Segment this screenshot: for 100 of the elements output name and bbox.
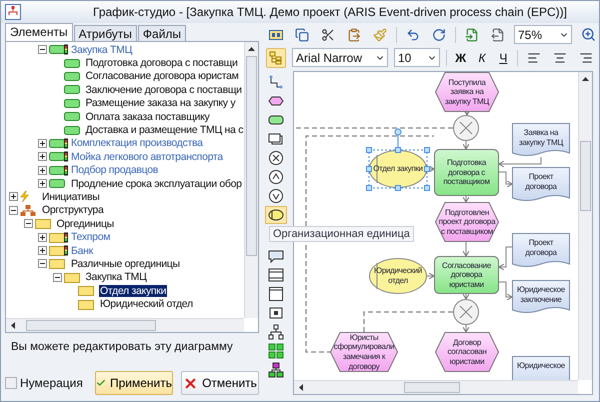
collapse-toggle[interactable] [38,45,47,54]
plus-icon [39,234,46,241]
tree-item[interactable]: Юридический отдел [99,298,194,310]
scrollbar-thumb[interactable] [246,56,257,256]
connector-line [462,242,470,256]
document-node: Проект договора [512,233,570,268]
collapse-toggle[interactable] [9,206,18,215]
tree-item[interactable]: Заключение договора с поставщи [84,84,243,96]
tab[interactable]: Атрибуты [74,25,137,41]
expand-toggle[interactable] [38,138,47,148]
window-title: График-студио - [Закупка ТМЦ. Демо проект (ARIS Event-driven process chain (EPC))] [93,5,567,19]
tree-item[interactable]: Закупка ТМЦ [84,271,148,284]
cancel-button[interactable]: Отменить [181,371,259,395]
comment-icon [268,248,284,264]
folder-icon [78,285,94,296]
plus-icon [39,247,46,254]
tree-item[interactable]: Отдел закупки [99,284,168,297]
connector-line [462,294,470,300]
plus-icon [39,166,46,174]
tree-item[interactable]: Мойка легкового автотранспорта [70,150,224,163]
tree-item[interactable]: Доставка и размещение ТМЦ на с [84,124,244,136]
vertical-scrollbar[interactable] [244,42,258,318]
and-gate-icon [268,169,284,185]
plus-icon [39,180,46,188]
hierarchy-icon [268,362,284,378]
xor-gate-icon [268,150,284,166]
checkbox-label: Нумерация [20,376,83,390]
event-node: Поступила заявка на закупку ТМЦ [435,72,499,112]
process-icon [49,138,69,149]
status-text: Вы можете редактировать эту диаграмму [10,340,234,355]
tree-item[interactable]: Согласование договора юристам [84,70,240,82]
scrollbar-thumb[interactable] [26,320,156,331]
document-icon [268,131,284,147]
connector-line [462,140,470,150]
font-size-dropdown[interactable]: 10 [394,48,440,67]
tree-item[interactable]: Различные оргединицы [70,258,181,270]
connector-line [462,196,470,202]
document-node: Юридическое [512,356,570,380]
expand-toggle[interactable] [38,246,47,256]
document-node: Заявка на закупку ТМЦ [512,123,570,157]
function-icon [64,84,80,96]
horizontal-scrollbar[interactable] [294,380,578,394]
expand-toggle[interactable] [38,152,47,162]
tree-item[interactable]: Оплата заказа поставщику [84,110,210,123]
tree-item[interactable]: Закупка ТМЦ [70,44,134,56]
folder-icon [49,232,69,243]
tree-item[interactable]: Подготовка договора с поставщи [84,57,239,70]
tab[interactable]: Элементы [5,23,73,41]
scrollbar-thumb[interactable] [404,382,460,393]
apply-button[interactable]: Применить [95,371,173,395]
font-dropdown[interactable]: Arial Narrow [292,48,388,67]
tree-item[interactable]: Инициативы [41,190,100,203]
vertical-scrollbar[interactable] [578,72,592,380]
connector-line [498,246,512,270]
tree-view-icon[interactable] [266,48,286,68]
tree-item[interactable]: Банк [70,244,94,257]
function-icon [49,178,65,190]
scrollbar-thumb[interactable] [580,141,591,211]
function-icon [64,58,80,69]
collapse-toggle[interactable] [52,272,62,282]
tree-item[interactable]: Комплектация производства [70,137,204,150]
italic-button[interactable]: К [474,50,490,64]
tree-item[interactable]: Оргединицы [56,218,115,230]
tree-item[interactable]: Техпром [70,231,112,244]
connector-line [498,172,512,188]
underline-button[interactable]: Ч [496,50,511,64]
tab[interactable]: Файлы [138,25,186,41]
parameter-icon [268,305,284,321]
event-node: Юристы сформулировали замечания к договору [330,332,398,372]
tree-item[interactable]: Размещение заказа на закупку у [84,97,236,110]
tree-item[interactable]: Продление срока эксплуатации обор [70,178,243,190]
plus-icon [10,193,17,200]
plus-icon [39,153,46,160]
expand-toggle[interactable] [38,166,47,175]
folder-icon [64,272,80,283]
document-node: Юридическое заключение [512,280,570,314]
expand-toggle[interactable] [38,179,47,188]
process-icon [49,44,69,56]
selection-frame[interactable] [365,128,431,192]
collapse-toggle[interactable] [24,219,32,228]
connector-line [464,110,470,116]
scroll-left-icon [299,384,303,391]
window-icon [268,267,284,283]
zoom-dropdown[interactable]: 75% [514,25,572,44]
collapse-toggle[interactable] [38,259,47,268]
expand-toggle[interactable] [38,232,47,242]
tree-item[interactable]: Подбор продавцов [70,164,160,176]
checkbox[interactable] [5,377,17,389]
ellipse-icon [268,207,284,223]
folder-icon [49,258,65,270]
expand-toggle[interactable] [9,192,18,202]
org-unit-node: Юридический отдел [369,258,427,294]
tool-button[interactable] [265,206,287,224]
scroll-up-icon [248,47,255,51]
app-icon [5,4,21,20]
horizontal-scrollbar[interactable] [6,318,244,332]
tree-item[interactable]: Оргструктура [41,204,104,216]
function-icon [64,98,80,109]
bold-button[interactable]: Ж [453,50,468,64]
tooltip: Организационная единица [269,226,414,242]
